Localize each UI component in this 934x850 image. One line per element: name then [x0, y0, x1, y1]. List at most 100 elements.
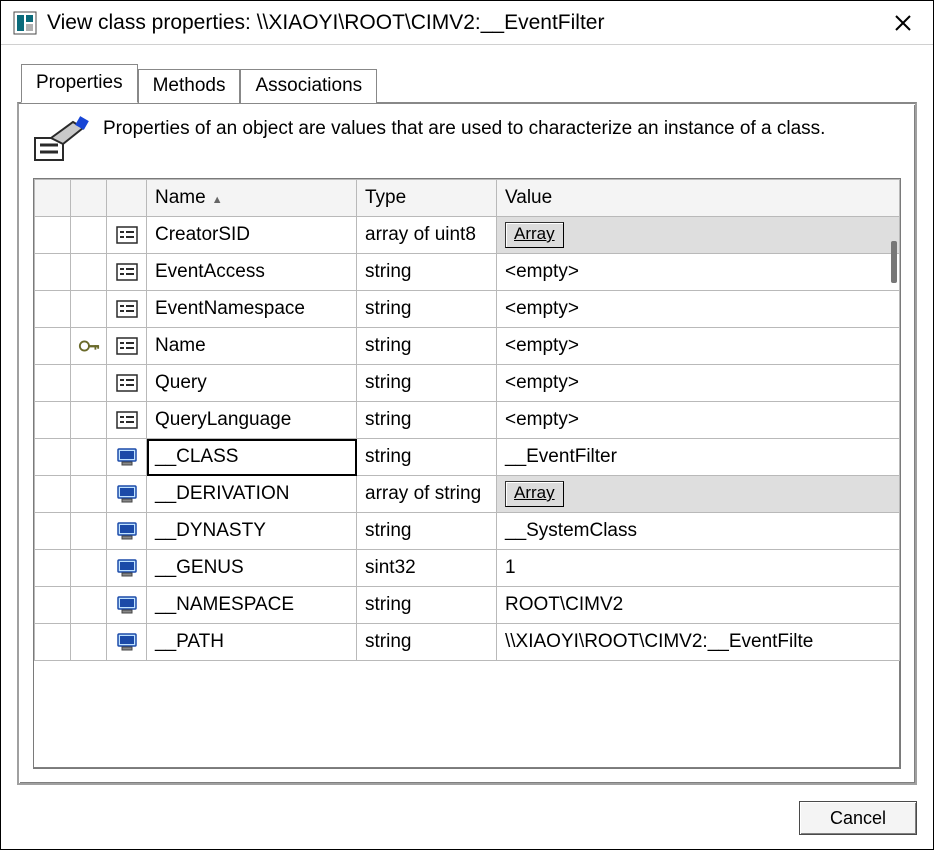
- property-value-cell[interactable]: \\XIAOYI\ROOT\CIMV2:__EventFilte: [497, 624, 900, 661]
- property-name-cell[interactable]: __PATH: [147, 624, 357, 661]
- property-value-cell[interactable]: 1: [497, 550, 900, 587]
- row-gutter: [35, 624, 71, 661]
- property-type-cell: string: [357, 365, 497, 402]
- dialog-footer: Cancel: [17, 801, 917, 835]
- table-row[interactable]: CreatorSIDarray of uint8 Array: [35, 217, 900, 254]
- property-name-cell[interactable]: QueryLanguage: [147, 402, 357, 439]
- property-value-cell[interactable]: <empty>: [497, 365, 900, 402]
- property-value-cell[interactable]: __SystemClass: [497, 513, 900, 550]
- property-name-cell[interactable]: __NAMESPACE: [147, 587, 357, 624]
- table-row[interactable]: __DYNASTYstring__SystemClass: [35, 513, 900, 550]
- table-row[interactable]: __NAMESPACEstringROOT\CIMV2: [35, 587, 900, 624]
- header-gutter1[interactable]: [35, 180, 71, 217]
- table-row[interactable]: QueryLanguagestring<empty>: [35, 402, 900, 439]
- table-header-row: Name▲ Type Value: [35, 180, 900, 217]
- row-gutter: [35, 439, 71, 476]
- row-gutter: [35, 217, 71, 254]
- row-gutter: [71, 587, 107, 624]
- property-name-cell[interactable]: CreatorSID: [147, 217, 357, 254]
- property-type-cell: string: [357, 439, 497, 476]
- table-row[interactable]: EventAccessstring<empty>: [35, 254, 900, 291]
- client-area: Properties Methods Associations Properti…: [1, 45, 933, 849]
- property-name-cell[interactable]: Query: [147, 365, 357, 402]
- property-value-cell[interactable]: <empty>: [497, 254, 900, 291]
- row-gutter: [71, 624, 107, 661]
- property-name-cell[interactable]: __DYNASTY: [147, 513, 357, 550]
- header-type[interactable]: Type: [357, 180, 497, 217]
- header-name[interactable]: Name▲: [147, 180, 357, 217]
- property-name-cell[interactable]: __DERIVATION: [147, 476, 357, 513]
- table-row[interactable]: Namestring<empty>: [35, 328, 900, 365]
- system-property-icon: [107, 624, 147, 661]
- header-value[interactable]: Value: [497, 180, 900, 217]
- property-type-cell: sint32: [357, 550, 497, 587]
- table-row[interactable]: EventNamespacestring<empty>: [35, 291, 900, 328]
- property-name-cell[interactable]: Name: [147, 328, 357, 365]
- property-value-cell[interactable]: Array: [497, 476, 900, 513]
- property-type-cell: string: [357, 254, 497, 291]
- array-button[interactable]: Array: [505, 222, 564, 248]
- table-row[interactable]: __DERIVATIONarray of string Array: [35, 476, 900, 513]
- property-type-cell: string: [357, 513, 497, 550]
- table-row[interactable]: __CLASSstring__EventFilter: [35, 439, 900, 476]
- property-name-cell[interactable]: EventAccess: [147, 254, 357, 291]
- row-gutter: [71, 550, 107, 587]
- titlebar: View class properties: \\XIAOYI\ROOT\CIM…: [1, 1, 933, 45]
- row-gutter: [71, 402, 107, 439]
- property-icon: [107, 217, 147, 254]
- system-property-icon: [107, 476, 147, 513]
- property-value-cell[interactable]: <empty>: [497, 402, 900, 439]
- property-icon: [107, 402, 147, 439]
- row-gutter: [35, 365, 71, 402]
- tab-panel: Properties of an object are values that …: [17, 102, 917, 785]
- tab-associations[interactable]: Associations: [240, 69, 377, 103]
- row-gutter: [71, 513, 107, 550]
- header-gutter2[interactable]: [71, 180, 107, 217]
- property-type-cell: array of uint8: [357, 217, 497, 254]
- close-button[interactable]: [885, 5, 921, 41]
- row-gutter: [35, 402, 71, 439]
- scrollbar-thumb[interactable]: [891, 241, 897, 283]
- row-gutter: [35, 254, 71, 291]
- property-value-cell[interactable]: Array: [497, 217, 900, 254]
- header-icon[interactable]: [107, 180, 147, 217]
- property-type-cell: string: [357, 291, 497, 328]
- cancel-button[interactable]: Cancel: [799, 801, 917, 835]
- properties-hint-icon: [33, 116, 89, 164]
- row-gutter: [35, 513, 71, 550]
- row-gutter: [71, 254, 107, 291]
- description-text: Properties of an object are values that …: [103, 116, 825, 142]
- row-gutter: [35, 550, 71, 587]
- property-value-cell[interactable]: __EventFilter: [497, 439, 900, 476]
- property-type-cell: string: [357, 328, 497, 365]
- app-icon: [13, 11, 37, 35]
- row-gutter: [71, 439, 107, 476]
- property-icon: [107, 254, 147, 291]
- description-row: Properties of an object are values that …: [33, 116, 901, 164]
- tab-properties[interactable]: Properties: [21, 64, 138, 103]
- array-button[interactable]: Array: [505, 481, 564, 507]
- row-gutter: [71, 291, 107, 328]
- property-name-cell[interactable]: EventNamespace: [147, 291, 357, 328]
- property-type-cell: array of string: [357, 476, 497, 513]
- property-name-cell[interactable]: __CLASS: [147, 439, 357, 476]
- table-row[interactable]: Querystring<empty>: [35, 365, 900, 402]
- property-icon: [107, 365, 147, 402]
- properties-grid[interactable]: Name▲ Type Value CreatorSIDarray of uint…: [33, 178, 901, 769]
- property-icon: [107, 291, 147, 328]
- tab-methods[interactable]: Methods: [138, 69, 241, 103]
- property-icon: [107, 328, 147, 365]
- table-row[interactable]: __GENUSsint321: [35, 550, 900, 587]
- system-property-icon: [107, 439, 147, 476]
- property-value-cell[interactable]: <empty>: [497, 328, 900, 365]
- property-type-cell: string: [357, 624, 497, 661]
- row-gutter: [35, 291, 71, 328]
- table-row[interactable]: __PATHstring\\XIAOYI\ROOT\CIMV2:__EventF…: [35, 624, 900, 661]
- property-value-cell[interactable]: ROOT\CIMV2: [497, 587, 900, 624]
- row-gutter: [71, 476, 107, 513]
- property-type-cell: string: [357, 587, 497, 624]
- property-name-cell[interactable]: __GENUS: [147, 550, 357, 587]
- property-type-cell: string: [357, 402, 497, 439]
- properties-table: Name▲ Type Value CreatorSIDarray of uint…: [34, 179, 900, 661]
- property-value-cell[interactable]: <empty>: [497, 291, 900, 328]
